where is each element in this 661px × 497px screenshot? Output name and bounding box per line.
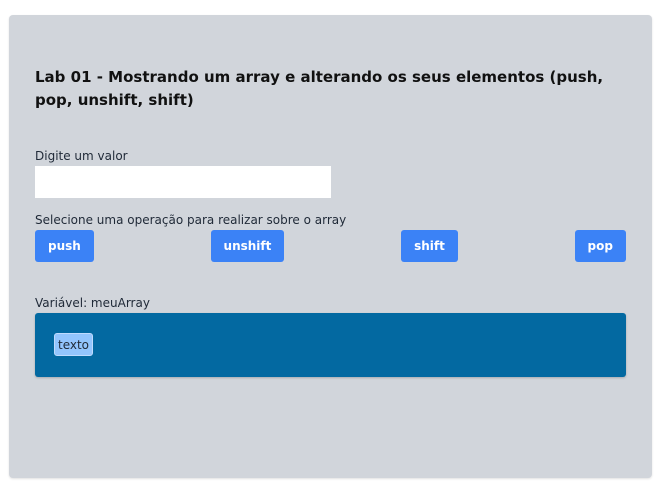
unshift-button[interactable]: unshift (210, 230, 285, 262)
array-display: texto (35, 313, 626, 377)
operation-label: Selecione uma operação para realizar sob… (35, 213, 347, 227)
lab-card: Lab 01 - Mostrando um array e alterando … (9, 15, 652, 478)
operation-button-row: push unshift shift pop (35, 230, 626, 262)
page-title: Lab 01 - Mostrando um array e alterando … (35, 68, 604, 109)
array-item: texto (54, 333, 94, 356)
shift-button[interactable]: shift (401, 230, 458, 262)
variable-label: Variável: meuArray (35, 296, 150, 310)
value-input[interactable] (35, 166, 331, 198)
pop-button[interactable]: pop (574, 230, 626, 262)
push-button[interactable]: push (35, 230, 94, 262)
value-input-label: Digite um valor (35, 149, 128, 163)
